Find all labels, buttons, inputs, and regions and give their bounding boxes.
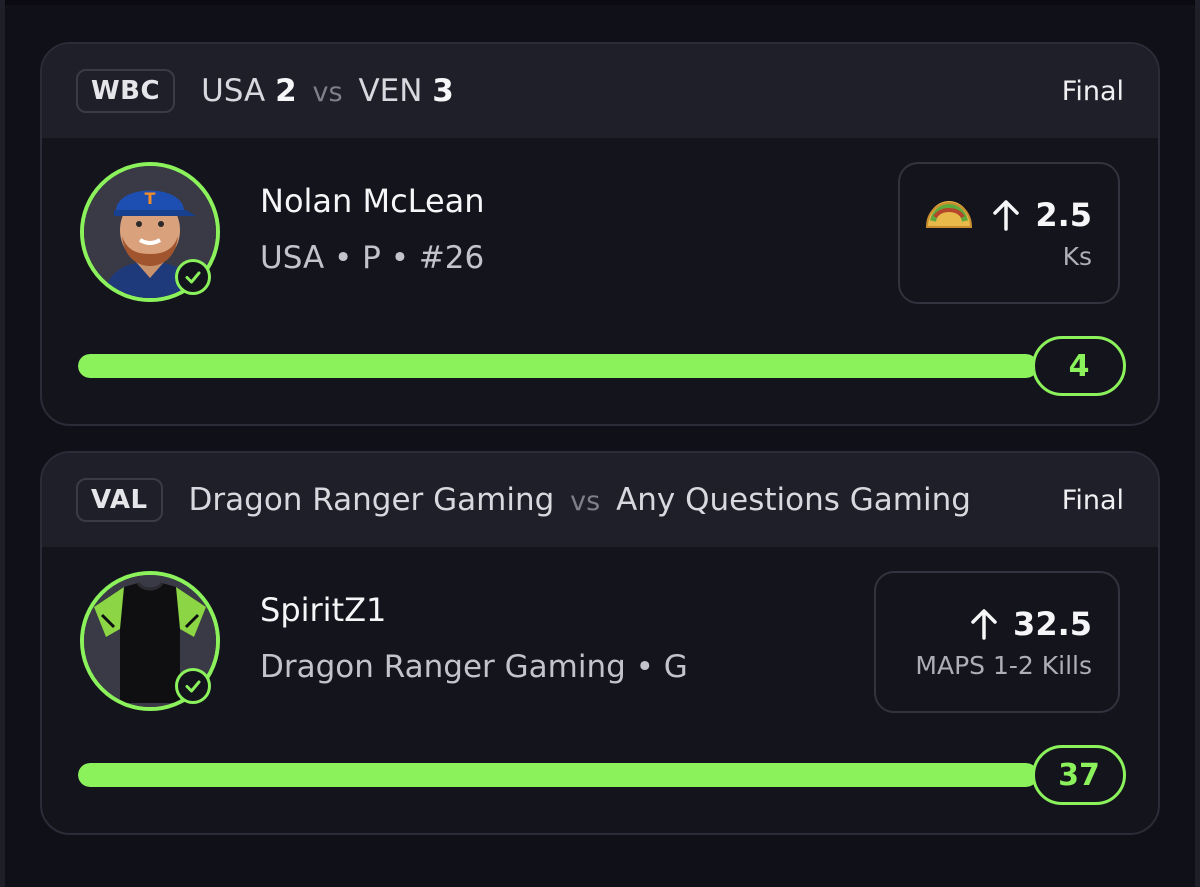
vs-label: vs bbox=[312, 77, 343, 108]
league-tag: VAL bbox=[76, 478, 163, 522]
progress-bar: 37 bbox=[78, 745, 1126, 805]
progress-bar: 4 bbox=[78, 336, 1126, 396]
card-header: VAL Dragon Ranger Gaming vs Any Question… bbox=[42, 453, 1158, 547]
progress-fill bbox=[78, 763, 1038, 787]
player-meta: Dragon Ranger Gaming • G bbox=[260, 649, 688, 685]
line-value: 32.5 bbox=[1013, 604, 1092, 643]
line-stat: Ks bbox=[1062, 241, 1092, 271]
player-row: T Nolan McLean USA • P • #26 2.5 Ks bbox=[42, 138, 1158, 332]
pick-card-2[interactable]: VAL Dragon Ranger Gaming vs Any Question… bbox=[40, 451, 1160, 835]
line-value: 2.5 bbox=[1035, 195, 1092, 234]
progress-track bbox=[78, 763, 1038, 787]
arrow-up-icon bbox=[991, 199, 1021, 231]
verified-check-icon bbox=[175, 259, 211, 295]
right-edge bbox=[1195, 0, 1200, 887]
prop-line-box[interactable]: 32.5 MAPS 1-2 Kills bbox=[874, 571, 1120, 713]
matchup: Dragon Ranger Gaming vs Any Questions Ga… bbox=[189, 482, 971, 518]
svg-text:T: T bbox=[145, 189, 156, 208]
away-team: Dragon Ranger Gaming bbox=[188, 482, 555, 518]
game-status: Final bbox=[1061, 484, 1124, 516]
left-edge bbox=[0, 0, 5, 887]
prop-line-box[interactable]: 2.5 Ks bbox=[898, 162, 1120, 304]
player-name[interactable]: SpiritZ1 bbox=[260, 591, 386, 629]
league-tag: WBC bbox=[76, 69, 176, 113]
verified-check-icon bbox=[175, 668, 211, 704]
matchup: USA 2 vs VEN 3 bbox=[201, 73, 454, 109]
card-header: WBC USA 2 vs VEN 3 Final bbox=[42, 44, 1158, 138]
result-value: 4 bbox=[1032, 336, 1126, 396]
vs-label: vs bbox=[570, 486, 601, 517]
progress-track bbox=[78, 354, 1038, 378]
taco-icon bbox=[925, 199, 973, 231]
home-team: VEN bbox=[358, 73, 423, 109]
game-status: Final bbox=[1061, 75, 1124, 107]
home-team: Any Questions Gaming bbox=[616, 482, 971, 518]
away-score: 2 bbox=[275, 73, 297, 109]
home-score: 3 bbox=[432, 73, 454, 109]
player-name[interactable]: Nolan McLean bbox=[260, 182, 485, 220]
player-row: SpiritZ1 Dragon Ranger Gaming • G 32.5 M… bbox=[42, 547, 1158, 741]
top-edge bbox=[0, 0, 1200, 5]
result-value: 37 bbox=[1032, 745, 1126, 805]
away-team: USA bbox=[201, 73, 266, 109]
pick-card-1[interactable]: WBC USA 2 vs VEN 3 Final T Nolan McLean … bbox=[40, 42, 1160, 426]
progress-fill bbox=[78, 354, 1038, 378]
player-meta: USA • P • #26 bbox=[260, 240, 485, 276]
line-stat: MAPS 1-2 Kills bbox=[915, 650, 1092, 680]
arrow-up-icon bbox=[969, 608, 999, 640]
